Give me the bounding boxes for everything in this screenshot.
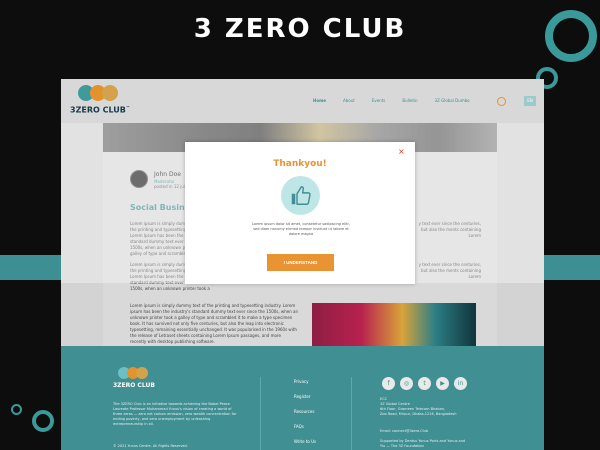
footer-divider xyxy=(260,377,261,450)
article-paragraph: Lorem ipsum is simply dummy text of the … xyxy=(130,303,298,344)
close-icon[interactable]: × xyxy=(398,148,405,156)
nav-item-about[interactable]: About xyxy=(343,98,355,103)
thank-you-modal: × Thankyou! Lorem ipsum dolor sit amet, … xyxy=(185,142,415,284)
footer-divider xyxy=(351,377,352,450)
footer-link-privacy[interactable]: Privacy xyxy=(294,379,316,384)
nav-item-bulletin[interactable]: Bulletin xyxy=(402,98,417,103)
footer-support: Supported by Dentsu Yunus Ports and Yunu… xyxy=(380,439,466,448)
nav-item-home[interactable]: Home xyxy=(313,98,326,103)
footer-links: Privacy Register Resources FAQs Write to… xyxy=(294,379,316,450)
footer-description: The 3ZERO Club is an initiative towards … xyxy=(113,402,237,426)
footer-link-write-to-us[interactable]: Write to Us xyxy=(294,439,316,444)
footer-copyright: © 2021 Yunus Centre. All Rights Reserved… xyxy=(113,444,188,448)
nav-item-global[interactable]: 3Z Global Dumbo xyxy=(435,98,470,103)
decorative-ring-bottom xyxy=(32,410,54,432)
nav-menu: Home About Events Bulletin 3Z Global Dum… xyxy=(313,98,487,103)
logo-mark[interactable] xyxy=(78,85,118,101)
modal-title: Thankyou! xyxy=(273,159,327,169)
footer: 3ZERO CLUB The 3ZERO Club is an initiati… xyxy=(61,346,544,450)
footer-address: ECC 3Z Global Centre 6th Floor, Grameen … xyxy=(380,397,457,416)
youtube-icon[interactable]: ▶ xyxy=(436,377,449,390)
thumbs-up-icon xyxy=(281,176,320,215)
footer-link-register[interactable]: Register xyxy=(294,394,316,399)
navbar: 3ZERO CLUB™ Home About Events Bulletin 3… xyxy=(61,79,544,123)
footer-logo-mark xyxy=(118,367,148,379)
footer-link-resources[interactable]: Resources xyxy=(294,409,316,414)
language-toggle[interactable]: EN xyxy=(524,96,536,106)
article-photo xyxy=(312,303,476,346)
logo-dot-gold xyxy=(102,85,118,101)
globe-icon[interactable] xyxy=(497,97,506,106)
linkedin-icon[interactable]: in xyxy=(454,377,467,390)
facebook-icon[interactable]: f xyxy=(382,377,395,390)
promo-title: 3 ZERO CLUB xyxy=(193,14,407,44)
modal-message: Lorem ipsum dolor sit amet, consetetur s… xyxy=(251,222,351,236)
footer-link-faqs[interactable]: FAQs xyxy=(294,424,316,429)
social-links: f ◎ t ▶ in xyxy=(382,377,472,390)
twitter-icon[interactable]: t xyxy=(418,377,431,390)
logo-text[interactable]: 3ZERO CLUB™ xyxy=(70,105,130,115)
instagram-icon[interactable]: ◎ xyxy=(400,377,413,390)
logo-dot-gold xyxy=(136,367,148,379)
footer-logo-text: 3ZERO CLUB xyxy=(113,382,155,389)
footer-email[interactable]: Email: connect@3zero.Club xyxy=(380,429,428,433)
nav-item-events[interactable]: Events xyxy=(372,98,386,103)
decorative-ring-small xyxy=(11,404,22,415)
understand-button[interactable]: I UNDERSTAND xyxy=(267,254,334,271)
